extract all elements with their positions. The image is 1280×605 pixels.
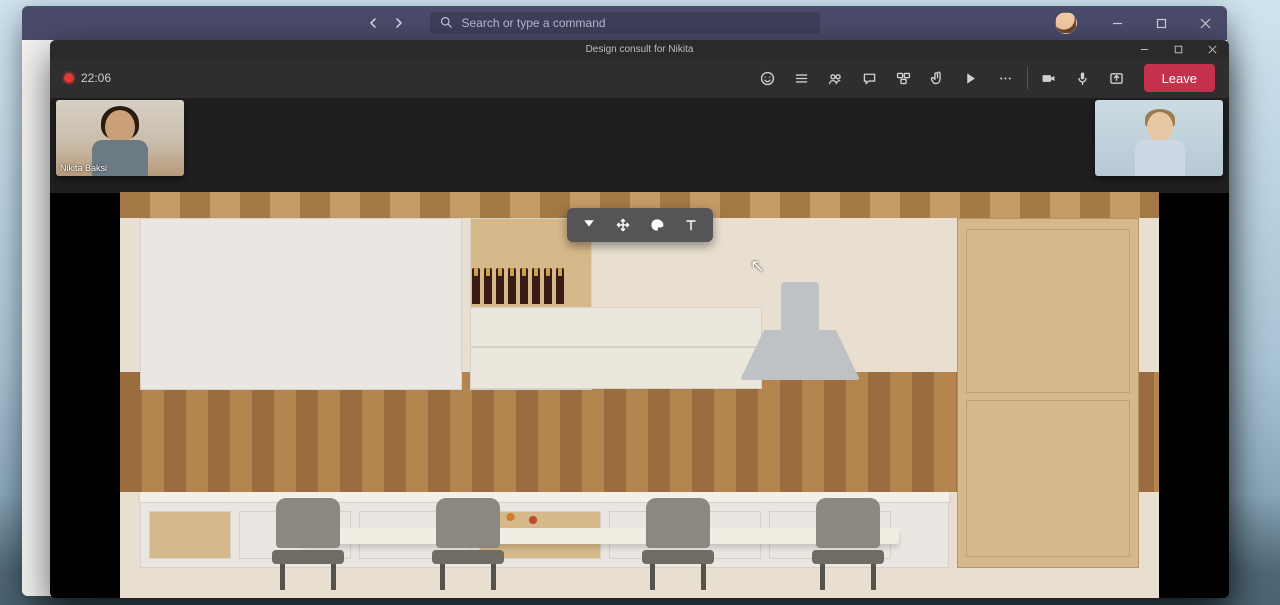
- text-tool-button[interactable]: [675, 210, 707, 240]
- meeting-titlebar: Design consult for Nikita: [50, 40, 1229, 58]
- toolbar-divider: [1027, 67, 1028, 89]
- breakout-rooms-button[interactable]: [887, 61, 921, 95]
- nav-forward-button[interactable]: [388, 12, 410, 34]
- reactions-button[interactable]: [751, 61, 785, 95]
- more-actions-button[interactable]: [989, 61, 1023, 95]
- search-icon: [440, 16, 452, 31]
- participant-name-label: Nikita Baksi: [60, 163, 107, 173]
- window-maximize-button[interactable]: [1139, 6, 1183, 40]
- participants-button[interactable]: [819, 61, 853, 95]
- meeting-close-button[interactable]: [1195, 40, 1229, 58]
- search-input[interactable]: [460, 15, 810, 31]
- meeting-title: Design consult for Nikita: [586, 44, 694, 55]
- nav-back-button[interactable]: [362, 12, 384, 34]
- meeting-content-area: Nikita Baksi: [50, 98, 1229, 598]
- leave-button[interactable]: Leave: [1144, 64, 1215, 92]
- mouse-cursor-icon: ↖: [750, 256, 765, 277]
- mic-toggle-button[interactable]: [1066, 61, 1100, 95]
- share-content-button[interactable]: [1100, 61, 1134, 95]
- participant-tile-self[interactable]: [1095, 100, 1223, 176]
- meeting-minimize-button[interactable]: [1127, 40, 1161, 58]
- profile-avatar[interactable]: [1055, 12, 1077, 34]
- leave-button-label: Leave: [1162, 71, 1197, 86]
- teams-titlebar: [22, 6, 1227, 40]
- chat-button[interactable]: [853, 61, 887, 95]
- participant-tile-left[interactable]: Nikita Baksi: [56, 100, 184, 176]
- color-palette-button[interactable]: [641, 210, 673, 240]
- window-close-button[interactable]: [1183, 6, 1227, 40]
- meeting-toolbar: 22:06: [50, 58, 1229, 98]
- highlighter-tool-button[interactable]: [573, 210, 605, 240]
- view-switcher-button[interactable]: [785, 61, 819, 95]
- recording-timer: 22:06: [81, 71, 111, 85]
- window-minimize-button[interactable]: [1095, 6, 1139, 40]
- raise-hand-button[interactable]: [921, 61, 955, 95]
- camera-toggle-button[interactable]: [1032, 61, 1066, 95]
- apps-button[interactable]: [955, 61, 989, 95]
- command-search-box[interactable]: [430, 12, 820, 34]
- meeting-window: Design consult for Nikita 22:06: [50, 40, 1229, 598]
- annotation-toolbar: [567, 208, 713, 242]
- recording-indicator-icon: [64, 73, 74, 83]
- shared-screen-content[interactable]: [120, 192, 1159, 598]
- meeting-maximize-button[interactable]: [1161, 40, 1195, 58]
- move-tool-button[interactable]: [607, 210, 639, 240]
